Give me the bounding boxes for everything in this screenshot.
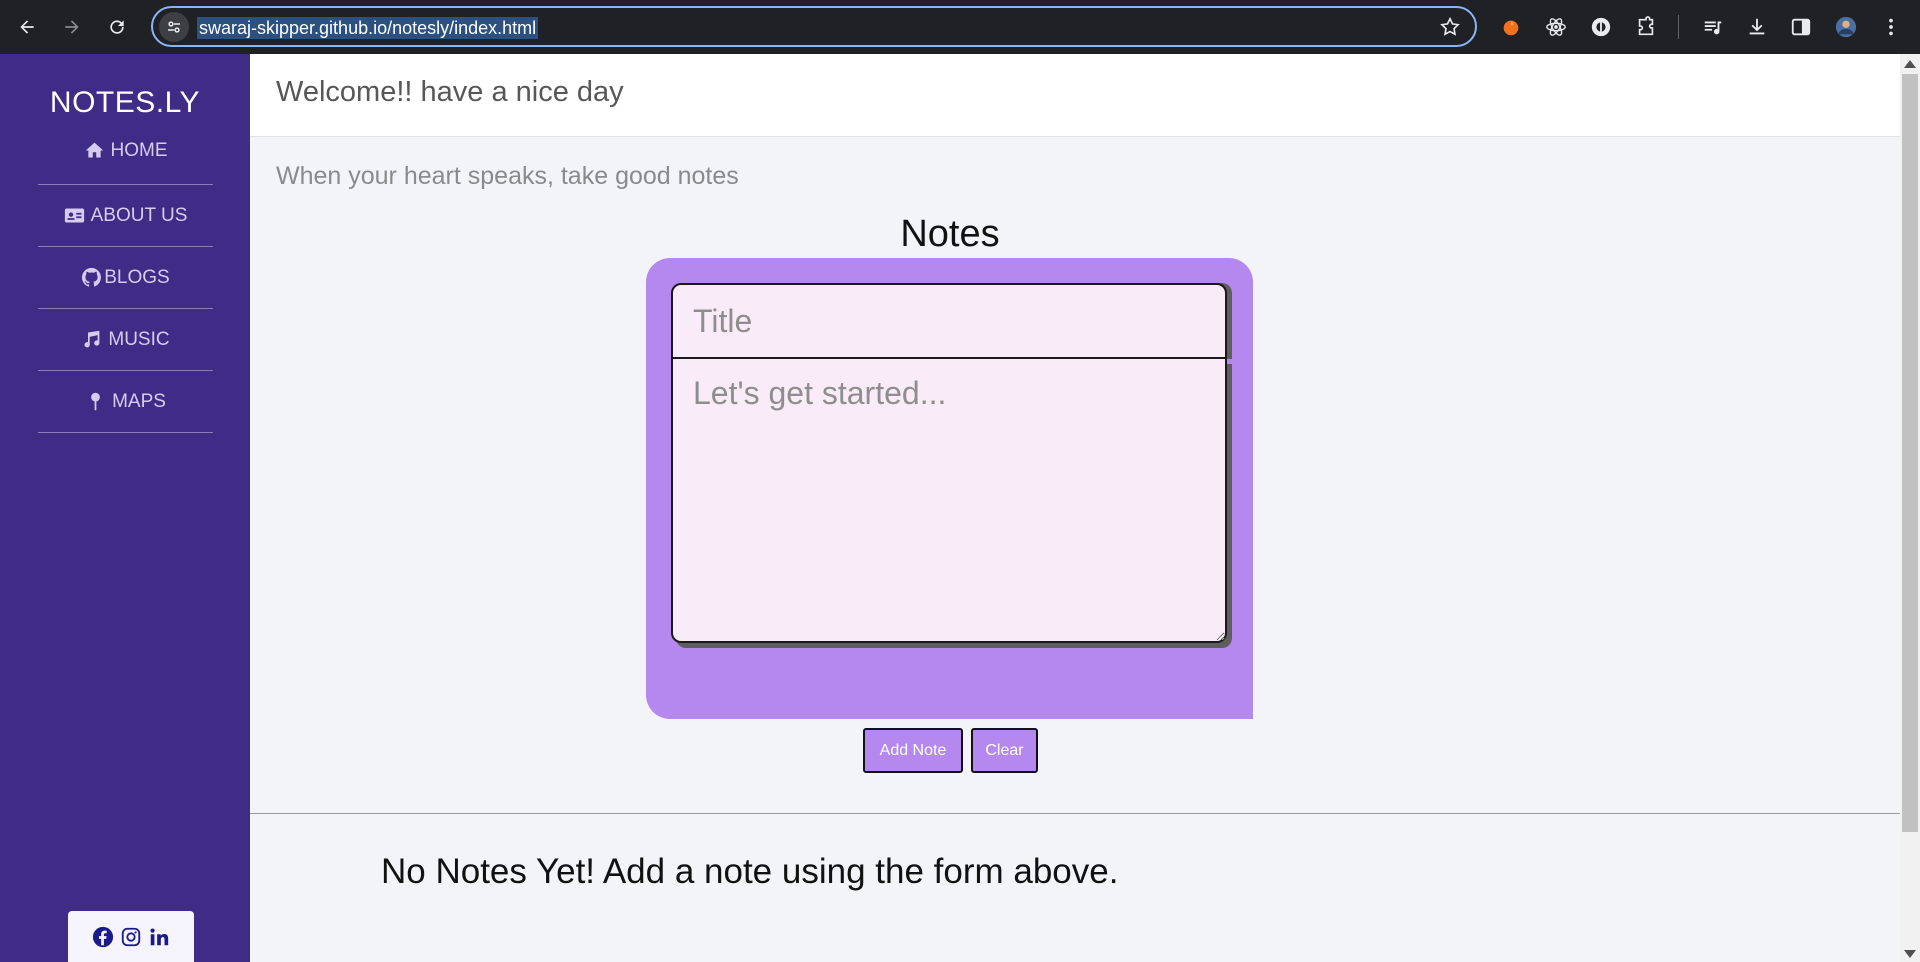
sidebar-item-label: ABOUT US	[90, 204, 188, 226]
puzzle-extensions-icon[interactable]	[1632, 13, 1660, 41]
nav-divider	[38, 432, 213, 433]
toolbar-divider	[1678, 15, 1679, 39]
linkedin-icon[interactable]	[148, 926, 170, 948]
empty-notes-message: No Notes Yet! Add a note using the form …	[381, 852, 1119, 891]
instagram-icon[interactable]	[120, 926, 142, 948]
music-note-icon	[84, 330, 100, 348]
section-divider	[250, 813, 1900, 814]
reload-icon[interactable]	[100, 10, 134, 44]
kebab-menu-icon[interactable]	[1877, 13, 1905, 41]
sidebar-item-maps[interactable]: MAPS	[38, 371, 213, 432]
clear-button[interactable]: Clear	[971, 728, 1038, 773]
sidebar-item-label: BLOGS	[104, 266, 170, 288]
home-icon	[85, 142, 103, 158]
scroll-up-arrow-icon[interactable]	[1904, 60, 1916, 68]
nav-divider	[38, 184, 213, 185]
brand-logo[interactable]: NOTES.LY	[0, 86, 250, 120]
sidebar-item-label: MUSIC	[108, 328, 170, 350]
sidebar-item-label: HOME	[110, 140, 168, 161]
sidebar-item-label: MAPS	[112, 390, 166, 412]
back-icon[interactable]	[10, 10, 44, 44]
extension-fire-icon[interactable]	[1497, 13, 1525, 41]
sidebar-item-blogs[interactable]: BLOGS	[38, 247, 213, 308]
sidebar: NOTES.LY HOME ABOUT US BLOGS MUSIC MAPS	[0, 54, 250, 962]
sidebar-item-about-us[interactable]: ABOUT US	[38, 185, 213, 246]
notes-heading: Notes	[900, 213, 1000, 255]
sidebar-nav: HOME ABOUT US BLOGS MUSIC MAPS	[38, 134, 213, 433]
scroll-down-arrow-icon[interactable]	[1904, 950, 1916, 958]
url-text[interactable]: swaraj-skipper.github.io/notesly/index.h…	[197, 17, 539, 39]
bookmark-star-icon[interactable]	[1439, 16, 1461, 38]
media-queue-icon[interactable]	[1699, 13, 1727, 41]
add-note-button[interactable]: Add Note	[863, 728, 963, 773]
github-icon	[82, 267, 102, 287]
nav-divider	[38, 246, 213, 247]
browser-toolbar: swaraj-skipper.github.io/notesly/index.h…	[0, 0, 1920, 54]
note-title-input[interactable]	[671, 283, 1227, 359]
nav-divider	[38, 370, 213, 371]
page-header: Welcome!! have a nice day	[250, 54, 1900, 137]
welcome-message: Welcome!! have a nice day	[276, 76, 624, 108]
sidebar-item-music[interactable]: MUSIC	[38, 309, 213, 370]
social-links	[68, 911, 194, 962]
download-icon[interactable]	[1743, 13, 1771, 41]
site-settings-icon[interactable]	[159, 12, 189, 42]
side-panel-icon[interactable]	[1787, 13, 1815, 41]
map-pin-icon	[91, 392, 100, 411]
facebook-icon[interactable]	[92, 926, 114, 948]
id-card-icon	[64, 208, 84, 223]
scrollbar-thumb[interactable]	[1902, 74, 1918, 832]
profile-avatar[interactable]	[1832, 13, 1860, 41]
tagline: When your heart speaks, take good notes	[276, 162, 739, 190]
forward-icon[interactable]	[55, 10, 89, 44]
note-form-card	[646, 258, 1253, 719]
nav-divider	[38, 308, 213, 309]
extension-react-icon[interactable]	[1542, 13, 1570, 41]
address-bar[interactable]: swaraj-skipper.github.io/notesly/index.h…	[151, 6, 1477, 47]
sidebar-item-home[interactable]: HOME	[38, 134, 213, 184]
extension-circle-icon[interactable]	[1587, 13, 1615, 41]
note-body-textarea[interactable]	[671, 359, 1227, 643]
